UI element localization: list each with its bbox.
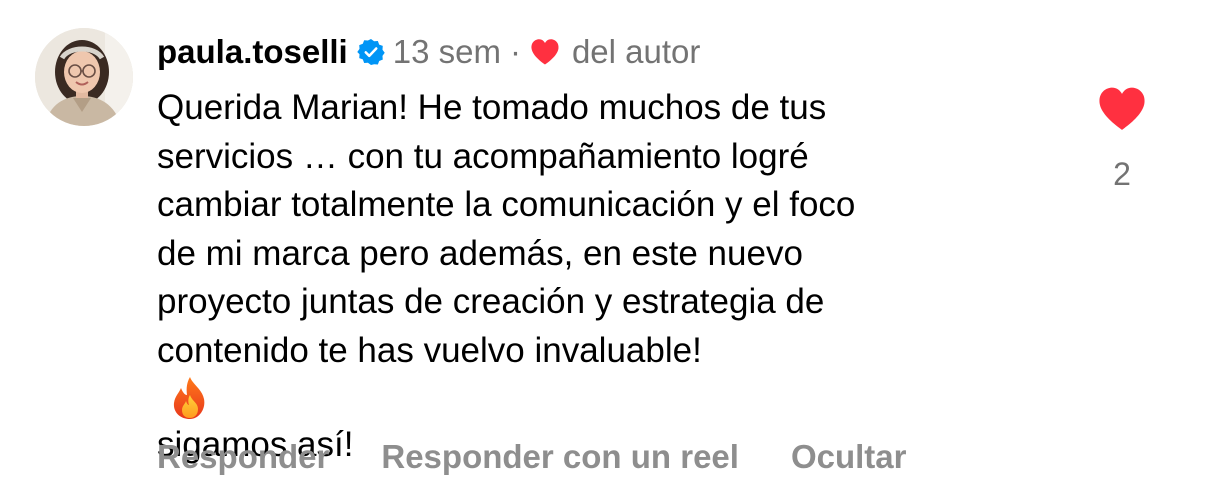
reply-button[interactable]: Responder: [157, 438, 329, 476]
comment-text: Querida Marian! He tomado muchos de tus …: [157, 84, 1057, 470]
author-heart-icon: [530, 38, 560, 66]
hide-button[interactable]: Ocultar: [791, 438, 907, 476]
avatar-image: [35, 28, 133, 126]
like-count: 2: [1113, 156, 1131, 192]
heart-icon: [1099, 87, 1145, 130]
comment-line-with-emoji: contenido te has vuelvo invaluable!: [157, 327, 1057, 422]
comment-line: proyecto juntas de creación y estrategia…: [157, 282, 825, 321]
comment-line: servicios … con tu acompañamiento logré: [157, 136, 809, 176]
comment-line: Querida Marian! He tomado muchos de tus: [157, 88, 827, 127]
username[interactable]: paula.toselli: [157, 33, 348, 71]
reply-with-reel-button[interactable]: Responder con un reel: [381, 438, 739, 476]
fire-emoji-icon: [169, 375, 211, 421]
avatar[interactable]: [35, 28, 133, 126]
author-like-label: del autor: [571, 33, 701, 70]
separator-dot: ·: [509, 33, 521, 70]
comment-time: 13 sem: [392, 33, 501, 70]
comment-actions: Responder Responder con un reel Ocultar: [157, 438, 907, 476]
like-button[interactable]: [1097, 86, 1147, 132]
comment: paula.toselli 13 sem · del autor Querida…: [0, 0, 1206, 492]
verified-badge-icon: [356, 38, 385, 66]
comment-line: cambiar totalmente la comunicación y el …: [157, 185, 856, 224]
comment-line: contenido te has vuelvo invaluable!: [157, 330, 702, 370]
comment-line: de mi marca pero además, en este nuevo: [157, 233, 803, 273]
comment-header: paula.toselli 13 sem · del autor: [157, 28, 700, 76]
